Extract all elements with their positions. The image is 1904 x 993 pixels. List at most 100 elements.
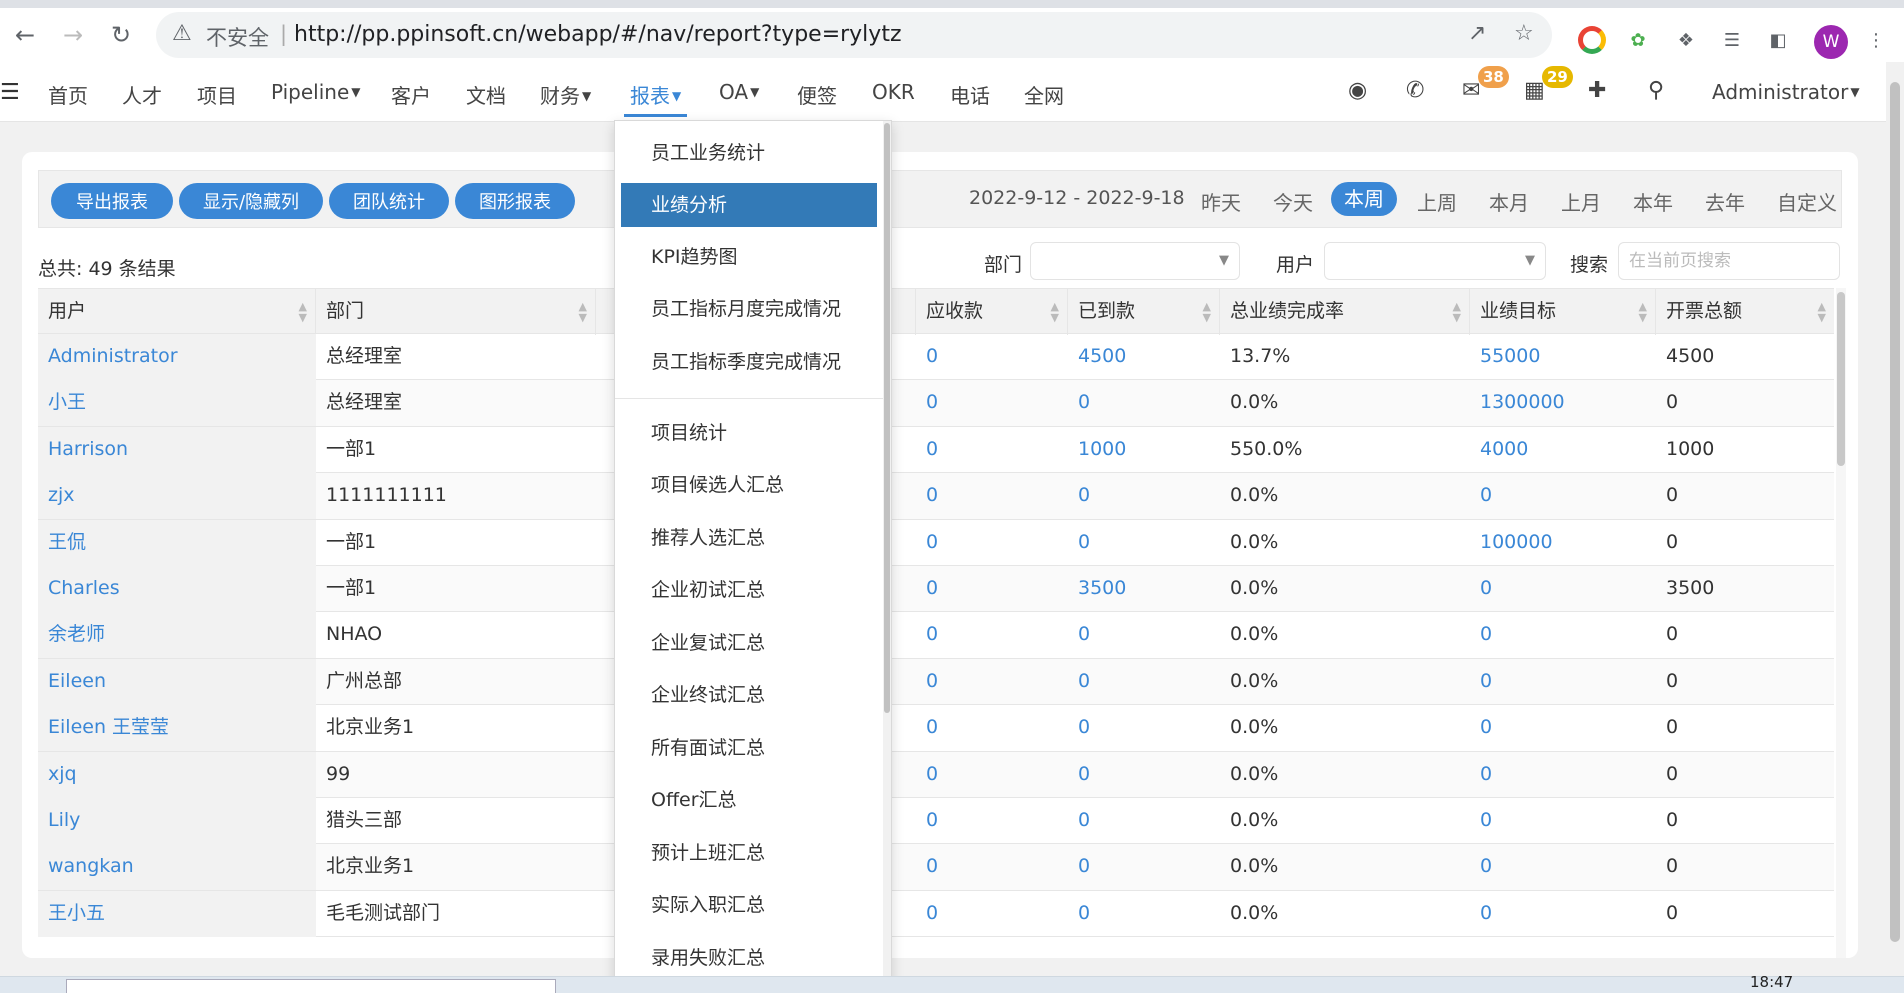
menu-monthly-completion[interactable]: 员工指标月度完成情况	[615, 287, 885, 331]
reload-icon[interactable]: ↻	[104, 18, 138, 52]
nav-home[interactable]: 首页	[48, 80, 88, 109]
cell-target[interactable]: 0	[1470, 705, 1656, 751]
cell-target[interactable]: 0	[1470, 844, 1656, 890]
cell-user[interactable]: zjx	[38, 473, 316, 520]
cell-receivable[interactable]: 0	[916, 566, 1068, 612]
chart-report-button[interactable]: 图形报表	[455, 183, 575, 219]
cell-target[interactable]: 4000	[1470, 427, 1656, 473]
cell-user[interactable]: 小王	[38, 380, 316, 427]
period-last-month[interactable]: 上月	[1561, 187, 1601, 216]
shirt-icon[interactable]: ◉	[1348, 78, 1367, 103]
period-custom[interactable]: 自定义	[1777, 187, 1837, 216]
menu-performance-analysis[interactable]: 业绩分析	[621, 183, 877, 227]
menu-expected-onboard[interactable]: 预计上班汇总	[615, 831, 885, 875]
menu-actual-onboard[interactable]: 实际入职汇总	[615, 883, 885, 927]
hamburger-menu-icon[interactable]: ☰	[0, 80, 20, 105]
cell-user[interactable]: Charles	[38, 565, 316, 612]
cell-user[interactable]: xjq	[38, 751, 316, 798]
cell-receivable[interactable]: 0	[916, 520, 1068, 566]
period-yesterday[interactable]: 昨天	[1201, 187, 1241, 216]
team-stats-button[interactable]: 团队统计	[329, 183, 449, 219]
cell-target[interactable]: 55000	[1470, 334, 1656, 380]
nav-phone[interactable]: 电话	[950, 80, 990, 109]
nav-project[interactable]: 项目	[197, 80, 237, 109]
col-dept[interactable]: 部门 ▲ ▼	[316, 289, 596, 335]
nav-reports[interactable]: 报表 ▼	[623, 80, 688, 117]
cell-target[interactable]: 0	[1470, 891, 1656, 937]
cell-user[interactable]: 王侃	[38, 519, 316, 566]
nav-network[interactable]: 全网	[1024, 80, 1064, 109]
period-last-year[interactable]: 去年	[1705, 187, 1745, 216]
calendar-icon[interactable]: ▦	[1524, 78, 1545, 103]
user-menu[interactable]: Administrator ▼	[1712, 80, 1860, 104]
nav-oa[interactable]: OA ▼	[719, 80, 759, 104]
nav-customer[interactable]: 客户	[391, 80, 431, 109]
col-receivable[interactable]: 应收款 ▲ ▼	[916, 289, 1068, 335]
export-report-button[interactable]: 导出报表	[51, 183, 173, 219]
mail-icon[interactable]: ✉	[1462, 78, 1480, 103]
add-icon[interactable]: ✚	[1588, 78, 1606, 103]
cell-target[interactable]: 1300000	[1470, 380, 1656, 426]
extension-leaf-icon[interactable]: ✿	[1624, 26, 1652, 54]
side-panel-icon[interactable]: ◧	[1764, 26, 1792, 54]
back-icon[interactable]: ←	[8, 18, 42, 52]
dropdown-scrollbar[interactable]	[883, 121, 891, 992]
cell-receivable[interactable]: 0	[916, 612, 1068, 658]
share-icon[interactable]: ↗	[1468, 21, 1486, 46]
cell-receivable[interactable]: 0	[916, 752, 1068, 798]
cell-received[interactable]: 0	[1068, 752, 1220, 798]
cell-receivable[interactable]: 0	[916, 473, 1068, 519]
period-this-year[interactable]: 本年	[1633, 187, 1673, 216]
cell-target[interactable]: 0	[1470, 752, 1656, 798]
col-target[interactable]: 业绩目标 ▲ ▼	[1470, 289, 1656, 335]
date-range[interactable]: 2022-9-12 - 2022-9-18	[969, 187, 1185, 209]
cell-received[interactable]: 3500	[1068, 566, 1220, 612]
user-select[interactable]: ▼	[1324, 242, 1546, 280]
nav-finance[interactable]: 财务 ▼	[540, 80, 591, 109]
toggle-columns-button[interactable]: 显示/隐藏列	[179, 183, 323, 219]
cell-target[interactable]: 0	[1470, 798, 1656, 844]
extensions-puzzle-icon[interactable]: ❖	[1672, 26, 1700, 54]
sort-icon[interactable]: ▲ ▼	[1453, 289, 1461, 323]
cell-received[interactable]: 0	[1068, 473, 1220, 519]
cell-receivable[interactable]: 0	[916, 844, 1068, 890]
cell-target[interactable]: 0	[1470, 473, 1656, 519]
cell-target[interactable]: 100000	[1470, 520, 1656, 566]
taskbar-search[interactable]	[66, 979, 556, 993]
sort-icon[interactable]: ▲ ▼	[1818, 289, 1826, 323]
col-completion-rate[interactable]: 总业绩完成率 ▲ ▼	[1220, 289, 1470, 335]
cell-user[interactable]: 王小五	[38, 890, 316, 937]
menu-project-stats[interactable]: 项目统计	[615, 411, 885, 455]
cell-receivable[interactable]: 0	[916, 427, 1068, 473]
cell-receivable[interactable]: 0	[916, 798, 1068, 844]
cell-receivable[interactable]: 0	[916, 380, 1068, 426]
cell-received[interactable]: 0	[1068, 798, 1220, 844]
cell-received[interactable]: 0	[1068, 705, 1220, 751]
menu-hire-failed[interactable]: 录用失败汇总	[615, 936, 885, 980]
search-icon[interactable]: ⚲	[1648, 78, 1664, 103]
period-this-week[interactable]: 本周	[1331, 182, 1397, 216]
menu-offers[interactable]: Offer汇总	[615, 778, 885, 822]
sort-icon[interactable]: ▲ ▼	[1639, 289, 1647, 323]
nav-docs[interactable]: 文档	[466, 80, 506, 109]
menu-kpi-trend[interactable]: KPI趋势图	[615, 235, 885, 279]
page-scrollbar-thumb[interactable]	[1890, 82, 1900, 942]
nav-okr[interactable]: OKR	[872, 80, 915, 104]
dropdown-scrollbar-thumb[interactable]	[884, 123, 890, 713]
cell-user[interactable]: Administrator	[38, 334, 316, 380]
cell-received[interactable]: 0	[1068, 520, 1220, 566]
menu-quarterly-completion[interactable]: 员工指标季度完成情况	[615, 340, 885, 384]
cell-receivable[interactable]: 0	[916, 659, 1068, 705]
menu-all-interviews[interactable]: 所有面试汇总	[615, 726, 885, 770]
col-invoice[interactable]: 开票总额 ▲ ▼	[1656, 289, 1834, 335]
extension-color-icon[interactable]	[1578, 26, 1606, 54]
cell-user[interactable]: Eileen	[38, 658, 316, 705]
nav-notes[interactable]: 便签	[797, 80, 837, 109]
table-scrollbar[interactable]	[1836, 288, 1846, 958]
period-this-month[interactable]: 本月	[1489, 187, 1529, 216]
cell-receivable[interactable]: 0	[916, 705, 1068, 751]
menu-project-candidates[interactable]: 项目候选人汇总	[615, 463, 885, 507]
col-received[interactable]: 已到款 ▲ ▼	[1068, 289, 1220, 335]
cell-received[interactable]: 0	[1068, 844, 1220, 890]
sort-icon[interactable]: ▲ ▼	[299, 289, 307, 323]
